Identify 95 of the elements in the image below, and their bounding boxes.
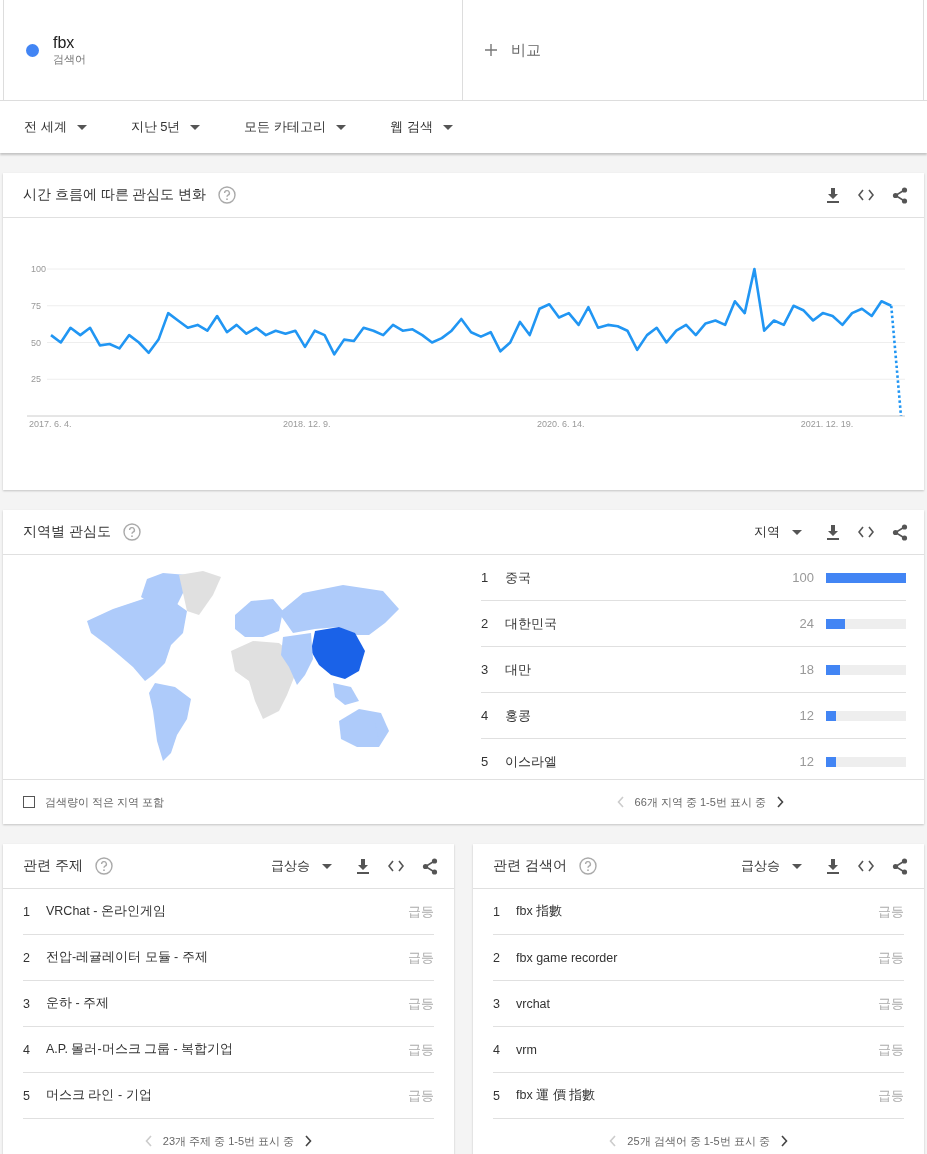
filter-dropdown[interactable]: 지난 5년 (130, 114, 201, 140)
trend-value: 급등 (408, 1086, 434, 1105)
trend-value: 급등 (408, 994, 434, 1013)
caret-icon (322, 863, 332, 869)
trend-value: 급등 (878, 994, 904, 1013)
rank-number: 4 (481, 708, 490, 723)
filter-dropdown[interactable]: 지역 (754, 523, 802, 541)
trend-value: 급등 (878, 948, 904, 967)
share-icon[interactable] (892, 186, 908, 204)
rank-number: 2 (481, 616, 490, 631)
y-tick-label: 75 (31, 300, 41, 311)
checkbox-label: 검색량이 적은 지역 포함 (45, 794, 165, 810)
pagination-text: 25개 검색어 중 1-5번 표시 중 (627, 1133, 770, 1149)
list-item-link[interactable]: fbx game recorder (516, 950, 878, 965)
region-name[interactable]: 대한민국 (505, 614, 774, 633)
compare-label[interactable]: 비교 (511, 40, 541, 60)
embed-icon[interactable] (388, 860, 404, 872)
y-tick-label: 25 (31, 374, 41, 385)
next-page-button[interactable] (304, 1135, 313, 1147)
trend-value: 급등 (408, 902, 434, 921)
rank-number: 5 (493, 1088, 501, 1103)
region-name[interactable]: 대만 (505, 660, 774, 679)
rank-number: 2 (493, 950, 501, 965)
rank-number: 4 (493, 1042, 501, 1057)
caret-icon (190, 124, 201, 130)
pagination-text: 23개 주제 중 1-5번 표시 중 (162, 1133, 295, 1149)
add-icon[interactable] (485, 44, 497, 56)
panel-title: 시간 흐름에 따른 관심도 변화 (23, 186, 206, 204)
region-value: 12 (798, 754, 814, 769)
download-icon[interactable] (826, 858, 840, 874)
rank-number: 4 (23, 1042, 31, 1057)
region-value: 18 (798, 662, 814, 677)
rank-number: 5 (23, 1088, 31, 1103)
list-item-link[interactable]: vrm (516, 1042, 878, 1057)
embed-icon[interactable] (858, 526, 874, 538)
x-tick-label: 2020. 6. 14. (537, 419, 585, 429)
list-item-link[interactable]: VRChat - 온라인게임 (46, 903, 408, 920)
list-item-link[interactable]: 전압-레귤레이터 모듈 - 주제 (46, 949, 408, 966)
y-tick-label: 50 (31, 337, 41, 348)
x-tick-label: 2017. 6. 4. (29, 419, 72, 429)
rank-number: 3 (493, 996, 501, 1011)
share-icon[interactable] (892, 857, 908, 875)
caret-icon (76, 124, 87, 130)
next-page-button[interactable] (779, 1135, 788, 1147)
region-name[interactable]: 중국 (505, 568, 774, 587)
download-icon[interactable] (826, 187, 840, 203)
panel-title: 지역별 관심도 (23, 523, 111, 541)
trend-value: 급등 (878, 1086, 904, 1105)
download-icon[interactable] (826, 524, 840, 540)
filter-dropdown[interactable]: 전 세계 (24, 114, 87, 140)
rank-number: 5 (481, 754, 490, 769)
term-type-label: 검색어 (53, 51, 86, 67)
rank-number: 3 (481, 662, 490, 677)
trend-value: 급등 (878, 902, 904, 921)
region-value: 24 (798, 616, 814, 631)
caret-icon (442, 124, 453, 130)
panel-title: 관련 검색어 (493, 857, 567, 875)
list-item-link[interactable]: 머스크 라인 - 기업 (46, 1087, 408, 1104)
list-item-link[interactable]: A.P. 몰러-머스크 그룹 - 복합기업 (46, 1041, 408, 1058)
rank-number: 1 (23, 904, 31, 919)
trend-value: 급등 (408, 948, 434, 967)
download-icon[interactable] (356, 858, 370, 874)
list-item-link[interactable]: fbx 運 價 指數 (516, 1087, 878, 1104)
y-tick-label: 100 (31, 264, 47, 274)
x-tick-label: 2018. 12. 9. (283, 419, 331, 429)
list-item-link[interactable]: fbx 指數 (516, 903, 878, 920)
rank-number: 2 (23, 950, 31, 965)
list-item-link[interactable]: 운하 - 주제 (46, 995, 408, 1012)
trend-value: 급등 (878, 1040, 904, 1059)
next-page-button[interactable] (776, 796, 784, 808)
region-value: 100 (791, 570, 814, 585)
filter-dropdown[interactable]: 급상승 (271, 857, 332, 875)
filter-dropdown[interactable]: 웹 검색 (390, 114, 453, 140)
region-name[interactable]: 홍콩 (505, 706, 774, 725)
list-item-link[interactable]: vrchat (516, 996, 878, 1011)
region-name[interactable]: 이스라엘 (505, 752, 774, 771)
caret-icon (336, 124, 347, 130)
embed-icon[interactable] (858, 189, 874, 201)
region-value: 12 (798, 708, 814, 723)
pagination-text: 66개 지역 중 1-5번 표시 중 (634, 794, 766, 810)
search-term[interactable]: fbx (53, 33, 86, 52)
filter-dropdown[interactable]: 급상승 (741, 857, 802, 875)
x-tick-label: 2021. 12. 19. (800, 419, 854, 429)
rank-number: 1 (481, 570, 490, 585)
rank-number: 3 (23, 996, 31, 1011)
rank-number: 1 (493, 904, 501, 919)
checkbox[interactable] (23, 796, 35, 808)
share-icon[interactable] (892, 523, 908, 541)
filter-dropdown[interactable]: 모든 카테고리 (244, 114, 347, 140)
panel-title: 관련 주제 (23, 857, 83, 875)
caret-icon (792, 529, 802, 535)
caret-icon (792, 863, 802, 869)
share-icon[interactable] (422, 857, 438, 875)
trend-value: 급등 (408, 1040, 434, 1059)
embed-icon[interactable] (858, 860, 874, 872)
